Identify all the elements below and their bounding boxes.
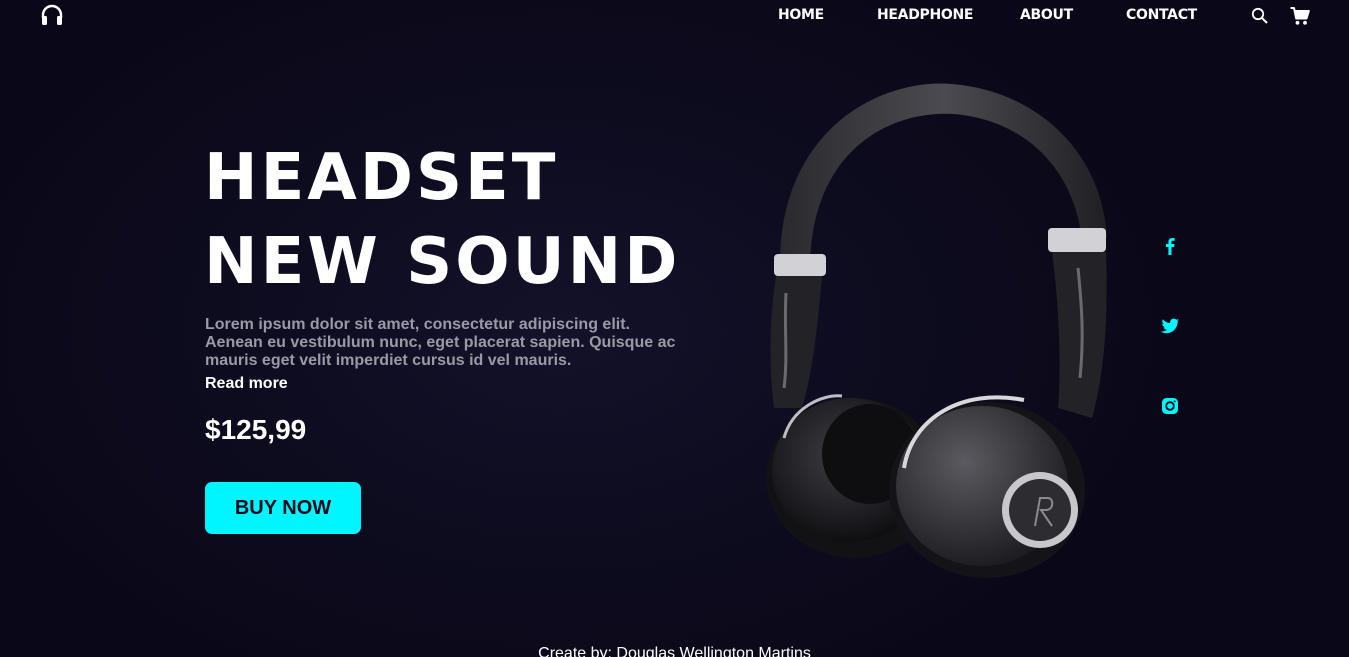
- hero-title-line-1: HEADSET: [204, 141, 559, 215]
- cart-icon[interactable]: [1290, 6, 1310, 26]
- nav-home[interactable]: HOME: [778, 7, 824, 23]
- hero-description: Lorem ipsum dolor sit amet, consectetur …: [205, 316, 676, 369]
- footer-credit: Create by: Douglas Wellington Martins: [538, 645, 811, 657]
- twitter-icon[interactable]: [1160, 316, 1180, 336]
- headphone-product-image: [766, 83, 1107, 578]
- buy-now-button[interactable]: BUY NOW: [205, 482, 361, 534]
- hero-title: HEADSET NEW SOUND: [204, 136, 680, 304]
- facebook-icon[interactable]: [1160, 236, 1180, 256]
- nav-headphone[interactable]: HEADPHONE: [877, 7, 974, 23]
- nav-contact[interactable]: CONTACT: [1126, 7, 1197, 23]
- hero-title-line-2: NEW SOUND: [204, 225, 681, 299]
- search-icon[interactable]: [1251, 7, 1269, 25]
- read-more-link[interactable]: Read more: [205, 375, 288, 393]
- main-nav: HOME HEADPHONE ABOUT CONTACT: [0, 7, 1349, 27]
- product-price: $125,99: [205, 414, 307, 445]
- nav-about[interactable]: ABOUT: [1020, 7, 1073, 23]
- instagram-icon[interactable]: [1160, 396, 1180, 416]
